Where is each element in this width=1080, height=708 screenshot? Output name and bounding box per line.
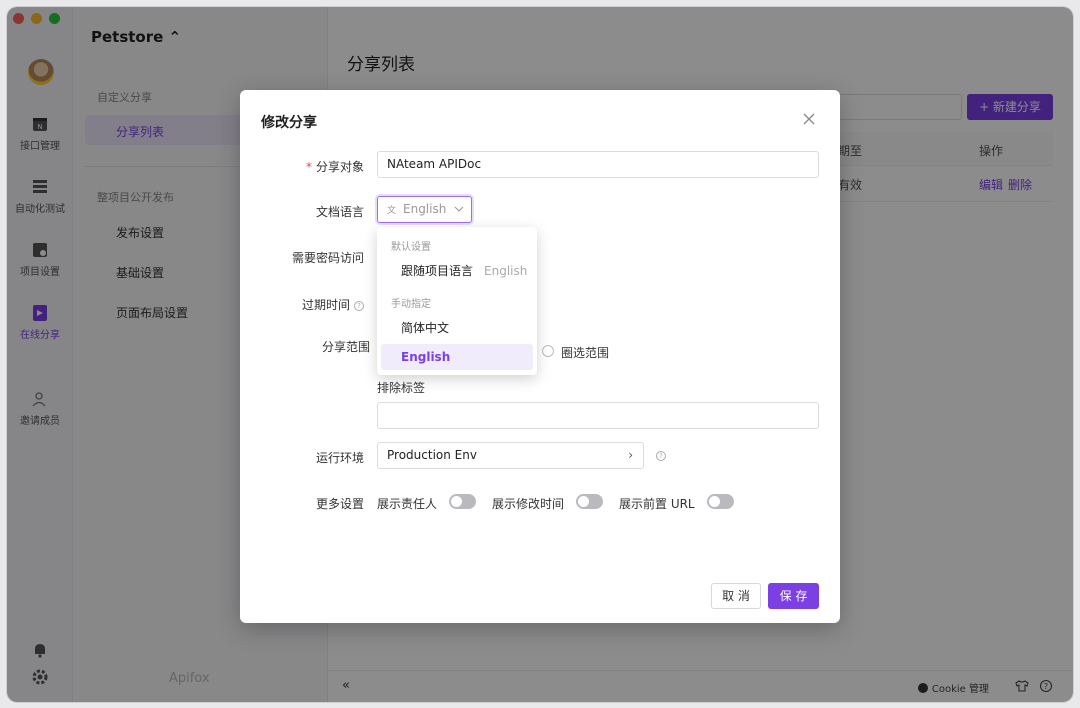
save-button[interactable]: 保 存 [768, 583, 819, 609]
dropdown-group-manual: 手动指定 [391, 299, 431, 310]
doc-language-select[interactable]: 文 English [377, 196, 472, 223]
password-label: 需要密码访问 [291, 251, 364, 265]
scope-label: 分享范围 [321, 340, 370, 354]
scope-radio-select[interactable] [542, 345, 554, 357]
chevron-right-icon: › [628, 448, 633, 462]
toggle-mtime[interactable] [576, 494, 603, 509]
option-hint: English [484, 264, 528, 278]
toggle-owner-label: 展示责任人 [377, 497, 438, 511]
more-settings-label: 更多设置 [315, 497, 364, 511]
edit-share-dialog: 修改分享 * 分享对象 NAteam APIDoc 文档语言 文 English 需… [240, 90, 840, 623]
dropdown-option-zh[interactable]: 简体中文 [381, 315, 533, 341]
chevron-down-icon [454, 206, 464, 212]
scope-option-label: 圈选范围 [561, 346, 610, 360]
translate-icon: 文 [387, 204, 396, 216]
env-help-icon[interactable]: ? [656, 451, 666, 461]
toggle-url-label: 展示前置 URL [619, 497, 695, 511]
env-select[interactable]: Production Env › [377, 442, 644, 469]
language-dropdown: 默认设置 跟随项目语言 English 手动指定 简体中文 English [377, 227, 537, 375]
exclude-tags-input[interactable] [377, 402, 819, 429]
help-icon[interactable]: ? [354, 301, 364, 311]
dialog-title: 修改分享 [261, 115, 317, 131]
doc-language-value: English [403, 202, 447, 216]
exclude-tags-label: 排除标签 [377, 381, 426, 395]
dropdown-option-en[interactable]: English [381, 344, 533, 370]
dropdown-option-follow-project[interactable]: 跟随项目语言 English [381, 258, 533, 284]
toggle-url[interactable] [707, 494, 734, 509]
cancel-button[interactable]: 取 消 [711, 583, 761, 609]
env-value: Production Env [387, 448, 477, 462]
doc-language-label: 文档语言 [315, 205, 364, 219]
option-label: 跟随项目语言 [401, 264, 474, 278]
app-window: N 接口管理 自动化测试 项目设置 在线分享 邀请成员 Petstore ⌃ 自… [7, 7, 1073, 702]
share-target-label: * 分享对象 [306, 158, 364, 175]
svg-text:文: 文 [387, 204, 396, 215]
share-target-label-text: 分享对象 [315, 160, 364, 174]
share-target-input[interactable]: NAteam APIDoc [377, 151, 819, 178]
toggle-owner[interactable] [449, 494, 476, 509]
required-marker: * [305, 160, 312, 174]
expire-label-text: 过期时间 [301, 298, 350, 312]
env-label: 运行环境 [315, 451, 364, 465]
expire-label: 过期时间? [302, 296, 364, 313]
close-icon[interactable] [802, 112, 816, 126]
dropdown-group-default: 默认设置 [391, 242, 431, 253]
toggle-mtime-label: 展示修改时间 [492, 497, 565, 511]
